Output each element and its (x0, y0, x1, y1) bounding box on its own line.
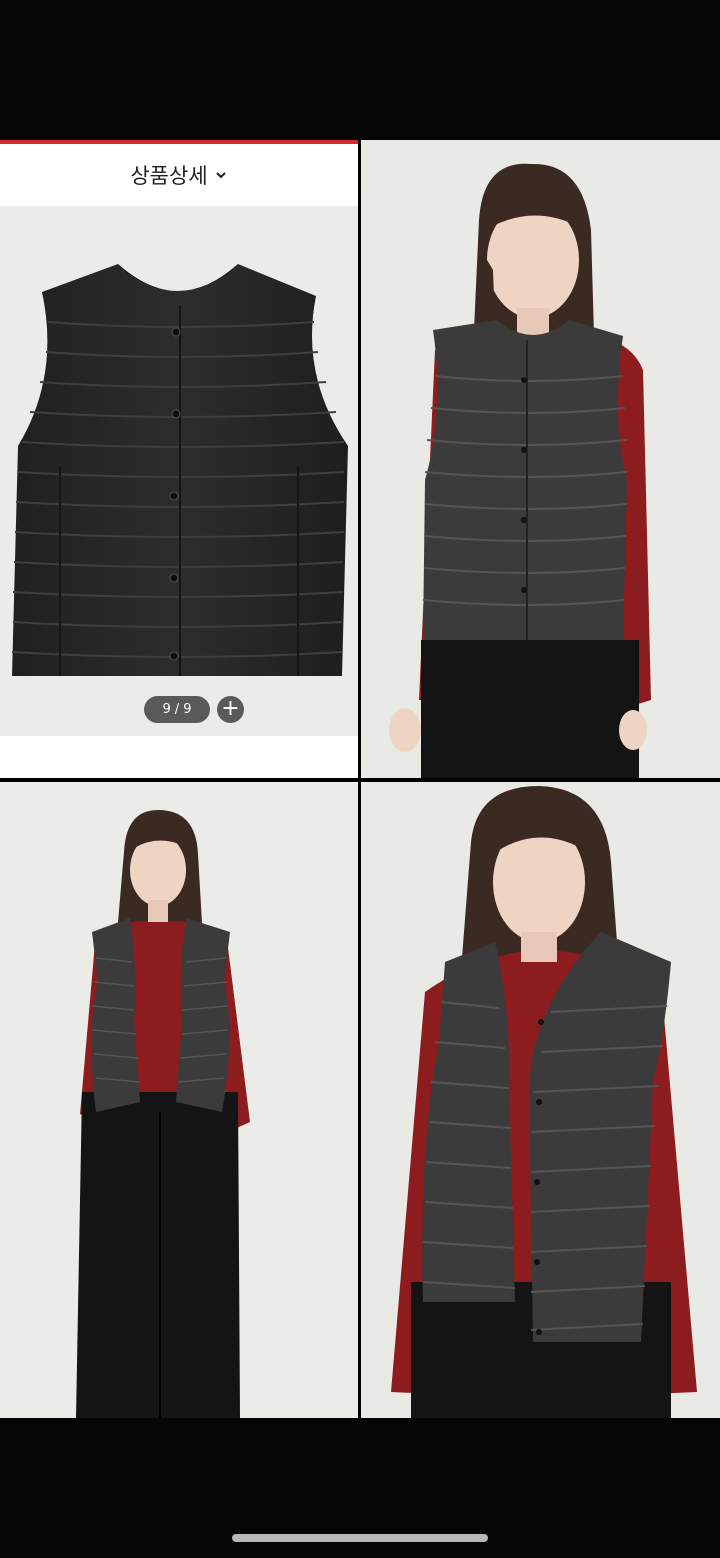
pager-current: 9 (162, 702, 171, 717)
chevron-down-icon[interactable] (214, 168, 228, 182)
product-detail-tile[interactable]: 상품상세 9 / 9 + (0, 140, 358, 778)
plus-icon[interactable]: + (217, 696, 244, 723)
model-photo-front[interactable] (361, 140, 720, 778)
product-detail-title: 상품상세 (130, 164, 208, 188)
tile-footer (0, 736, 358, 778)
product-detail-header[interactable]: 상품상세 (0, 144, 358, 206)
model-front-illustration (389, 163, 651, 778)
pager-total: 9 (183, 702, 192, 717)
model-full-body-illustration (76, 810, 250, 1418)
model-closeup-illustration (391, 786, 697, 1418)
image-pager: 9 / 9 (144, 696, 210, 723)
vest-illustration (11, 264, 348, 676)
home-indicator[interactable] (232, 1534, 488, 1542)
model-photo-closeup[interactable] (361, 782, 720, 1418)
model-photo-full-body[interactable] (0, 782, 358, 1418)
status-bar-area (0, 0, 720, 140)
product-photo[interactable] (0, 206, 358, 736)
pager-separator: / (174, 702, 180, 717)
